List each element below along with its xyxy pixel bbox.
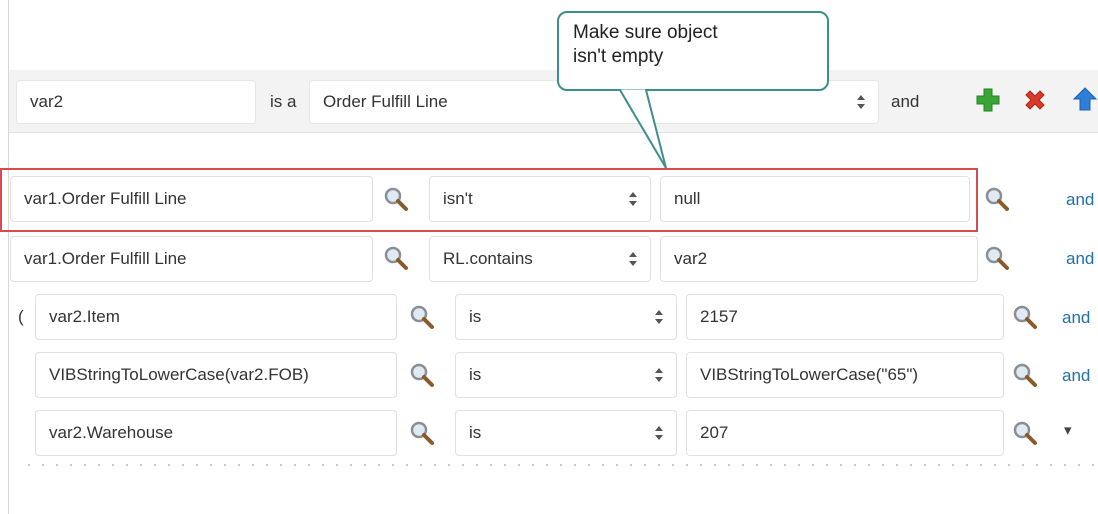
search-icon[interactable] [409,362,435,388]
select-arrows-icon [655,310,663,324]
condition-5-right-operand[interactable]: 207 [686,410,1004,456]
callout-bubble: Make sure object isn't empty [557,11,829,91]
add-icon[interactable] [975,87,1001,113]
callout-pointer [619,86,667,169]
condition-3-conjunction[interactable]: and [1062,308,1090,328]
condition-2-conjunction[interactable]: and [1066,249,1094,269]
open-paren[interactable]: ( [18,307,24,327]
search-icon[interactable] [409,304,435,330]
search-icon[interactable] [383,245,409,271]
condition-1-operator-value: isn't [443,189,473,208]
select-arrows-icon [629,192,637,206]
condition-4-operator-value: is [469,365,482,384]
search-icon[interactable] [383,186,409,212]
condition-1-operator-select[interactable]: isn't [429,176,651,222]
condition-3-left-operand[interactable]: var2.Item [35,294,397,340]
condition-4-conjunction[interactable]: and [1062,366,1090,386]
rule-editor: var2 is a Order Fulfill Line and Make su… [0,0,1098,514]
condition-1-conjunction[interactable]: and [1066,190,1094,210]
condition-5-operator-select[interactable]: is [455,410,677,456]
condition-2-left-operand[interactable]: var1.Order Fulfill Line [10,236,373,282]
dotted-separator [22,464,1098,466]
variable-name-field[interactable]: var2 [16,80,256,124]
search-icon[interactable] [409,420,435,446]
select-arrows-icon [629,252,637,266]
condition-3-operator-value: is [469,307,482,326]
condition-4-right-operand[interactable]: VIBStringToLowerCase("65") [686,352,1004,398]
select-arrows-icon [655,368,663,382]
condition-2-operator-select[interactable]: RL.contains [429,236,651,282]
header-and-label: and [891,92,920,111]
select-arrows-icon [655,426,663,440]
condition-1-left-operand[interactable]: var1.Order Fulfill Line [10,176,373,222]
search-icon[interactable] [984,245,1010,271]
search-icon[interactable] [1012,362,1038,388]
top-area [9,0,1098,70]
callout-line-1: Make sure object [573,22,718,43]
search-icon[interactable] [984,186,1010,212]
condition-1-right-operand[interactable]: null [660,176,970,222]
condition-3-operator-select[interactable]: is [455,294,677,340]
condition-5-operator-value: is [469,423,482,442]
condition-4-operator-select[interactable]: is [455,352,677,398]
up-arrow-icon[interactable] [1072,86,1098,112]
condition-2-operator-value: RL.contains [443,249,533,268]
condition-5-left-operand[interactable]: var2.Warehouse [35,410,397,456]
is-a-label: is a [270,92,297,111]
condition-4-left-operand[interactable]: VIBStringToLowerCase(var2.FOB) [35,352,397,398]
search-icon[interactable] [1012,304,1038,330]
select-arrows-icon [857,95,865,109]
search-icon[interactable] [1012,420,1038,446]
condition-5-conjunction-dropdown[interactable]: ▾ [1064,421,1072,439]
callout-line-2: isn't empty [573,46,664,67]
fact-type-value: Order Fulfill Line [323,92,448,111]
delete-icon[interactable] [1022,88,1048,114]
condition-2-right-operand[interactable]: var2 [660,236,978,282]
condition-3-right-operand[interactable]: 2157 [686,294,1004,340]
